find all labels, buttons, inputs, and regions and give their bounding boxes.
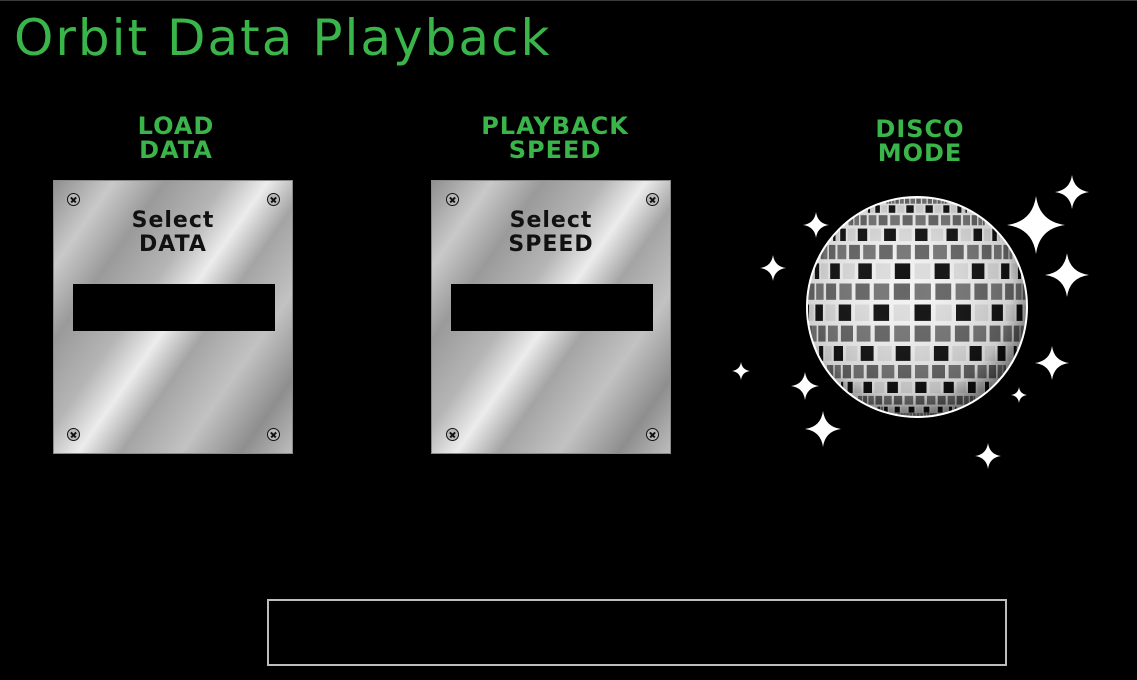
select-speed-dropdown[interactable]	[451, 284, 653, 331]
top-border	[0, 0, 1137, 1]
load-data-heading: LOAD DATA	[96, 114, 256, 162]
screw-icon	[267, 193, 280, 206]
screw-icon	[646, 428, 659, 441]
playback-speed-heading: PLAYBACK SPEED	[440, 114, 670, 162]
screw-icon	[446, 193, 459, 206]
screw-icon	[67, 193, 80, 206]
screw-icon	[646, 193, 659, 206]
sparkle-icon	[1007, 196, 1065, 254]
sparkle-icon	[1045, 253, 1089, 297]
sparkle-icon	[1055, 175, 1089, 209]
load-data-heading-line1: LOAD	[137, 112, 215, 140]
playback-speed-heading-line1: PLAYBACK	[481, 112, 629, 140]
sparkle-icon	[1035, 346, 1069, 380]
select-speed-label-line1: Select	[509, 208, 593, 233]
sparkle-icon	[805, 411, 841, 447]
load-data-panel[interactable]: Select DATA	[53, 180, 293, 454]
sparkle-icon	[975, 443, 1001, 469]
screw-icon	[446, 428, 459, 441]
page-title: Orbit Data Playback	[14, 9, 552, 67]
select-data-label-line1: Select	[131, 208, 215, 233]
sparkle-icon	[803, 212, 829, 238]
select-data-dropdown[interactable]	[73, 284, 275, 331]
screw-icon	[67, 428, 80, 441]
disco-mode-heading-line1: DISCO	[875, 115, 965, 143]
disco-ball-icon	[732, 175, 1089, 469]
sparkle-icon	[732, 362, 750, 380]
playback-speed-heading-line2: SPEED	[508, 136, 602, 164]
sparkle-icon	[1011, 387, 1027, 403]
load-data-heading-line2: DATA	[139, 136, 213, 164]
sparkle-icon	[791, 372, 819, 400]
playback-speed-panel[interactable]: Select SPEED	[431, 180, 671, 454]
select-data-label-line2: DATA	[139, 232, 207, 257]
status-display	[267, 599, 1007, 666]
select-speed-label-line2: SPEED	[508, 232, 594, 257]
disco-mode-heading: DISCO MODE	[840, 117, 1000, 165]
disco-mode-button[interactable]	[730, 170, 1100, 480]
screw-icon	[267, 428, 280, 441]
sparkle-icon	[760, 255, 786, 281]
disco-mode-heading-line2: MODE	[877, 139, 963, 167]
